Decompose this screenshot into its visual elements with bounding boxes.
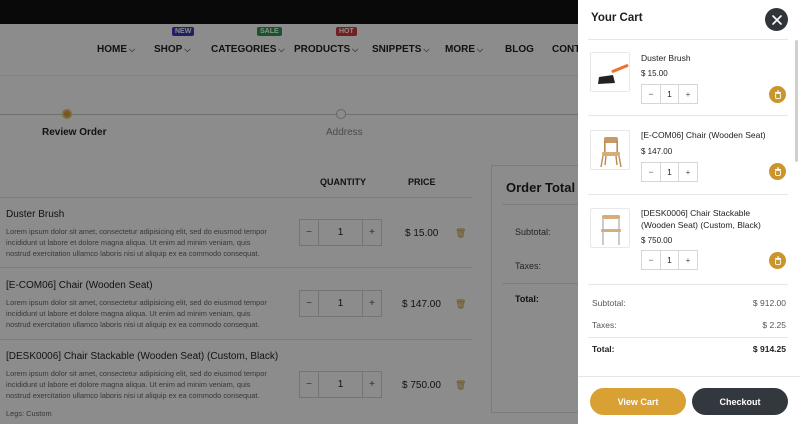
cart-item-name[interactable]: Duster Brush	[641, 52, 786, 64]
brush-icon[interactable]	[590, 52, 630, 92]
quantity-value[interactable]: 1	[660, 85, 679, 103]
stackable-chair-icon[interactable]	[590, 208, 630, 248]
cart-drawer: Your Cart Duster Brush $ 15.00 − 1 + [E-…	[578, 0, 800, 424]
cart-item-name[interactable]: [E-COM06] Chair (Wooden Seat)	[641, 129, 786, 141]
delete-button[interactable]	[769, 163, 786, 180]
cart-taxes-value: $ 2.25	[762, 320, 786, 330]
cart-subtotal-label: Subtotal:	[592, 298, 626, 308]
divider	[578, 376, 800, 377]
cart-scrollbar[interactable]	[795, 40, 798, 162]
cart-item-price: $ 147.00	[641, 147, 673, 156]
cart-subtotal-value: $ 912.00	[752, 298, 786, 308]
quantity-value[interactable]: 1	[660, 251, 679, 269]
close-icon	[771, 14, 782, 25]
minus-icon[interactable]: −	[642, 163, 660, 181]
cart-title: Your Cart	[591, 12, 643, 24]
chair-icon[interactable]	[590, 130, 630, 170]
trash-icon	[774, 167, 781, 176]
quantity-stepper[interactable]: − 1 +	[641, 162, 698, 182]
minus-icon[interactable]: −	[642, 251, 660, 269]
divider	[588, 284, 788, 285]
view-cart-button[interactable]: View Cart	[590, 388, 686, 415]
trash-icon	[774, 256, 781, 265]
divider	[588, 337, 788, 338]
divider	[588, 115, 788, 116]
divider	[588, 194, 788, 195]
divider	[588, 39, 788, 40]
cart-item-name[interactable]: [DESK0006] Chair Stackable (Wooden Seat)…	[641, 207, 786, 231]
plus-icon[interactable]: +	[679, 251, 697, 269]
minus-icon[interactable]: −	[642, 85, 660, 103]
delete-button[interactable]	[769, 252, 786, 269]
close-button[interactable]	[765, 8, 788, 31]
plus-icon[interactable]: +	[679, 163, 697, 181]
cart-total-value: $ 914.25	[752, 344, 786, 354]
cart-taxes-label: Taxes:	[592, 320, 617, 330]
cart-item-price: $ 750.00	[641, 236, 673, 245]
cart-total-label: Total:	[592, 344, 615, 354]
checkout-button[interactable]: Checkout	[692, 388, 788, 415]
delete-button[interactable]	[769, 86, 786, 103]
quantity-stepper[interactable]: − 1 +	[641, 84, 698, 104]
quantity-value[interactable]: 1	[660, 163, 679, 181]
quantity-stepper[interactable]: − 1 +	[641, 250, 698, 270]
plus-icon[interactable]: +	[679, 85, 697, 103]
trash-icon	[774, 90, 781, 99]
cart-item-price: $ 15.00	[641, 69, 668, 78]
